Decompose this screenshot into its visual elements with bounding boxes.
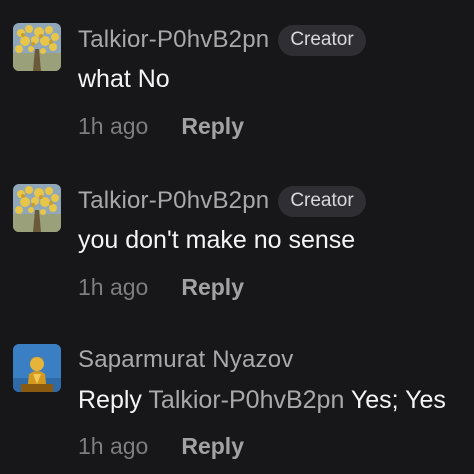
creator-badge: Creator	[278, 24, 366, 56]
reply-button[interactable]: Reply	[181, 274, 244, 301]
comment-meta: 1h ago Reply	[78, 429, 244, 463]
reply-body: Yes; Yes	[350, 386, 446, 414]
user-avatar[interactable]	[13, 23, 61, 71]
timestamp: 1h ago	[78, 273, 149, 300]
tree-flowers-avatar-icon	[13, 23, 61, 71]
comment-item: Saparmurat Nyazov Reply Talkior-P0hvB2pn…	[0, 322, 474, 462]
comment-item: Talkior-P0hvB2pn Creator what No 1h ago …	[0, 0, 474, 140]
username[interactable]: Talkior-P0hvB2pn	[78, 187, 269, 215]
comment-meta: 1h ago Reply	[78, 109, 244, 143]
timestamp: 1h ago	[78, 432, 149, 459]
comment-header: Saparmurat Nyazov	[78, 343, 294, 377]
reply-button[interactable]: Reply	[181, 113, 244, 140]
comment-header: Talkior-P0hvB2pn Creator	[78, 184, 366, 218]
comment-item: Talkior-P0hvB2pn Creator you don't make …	[0, 161, 474, 301]
user-avatar[interactable]	[13, 344, 61, 392]
comment-text: you don't make no sense	[78, 226, 356, 254]
comment-meta: 1h ago Reply	[78, 270, 244, 304]
comment-text: Reply Talkior-P0hvB2pn Yes; Yes	[78, 383, 446, 417]
reply-prefix: Reply	[78, 386, 142, 414]
creator-badge: Creator	[278, 185, 366, 217]
timestamp: 1h ago	[78, 112, 149, 139]
reply-button[interactable]: Reply	[181, 433, 244, 460]
reply-mention[interactable]: Talkior-P0hvB2pn	[148, 386, 344, 414]
comment-header: Talkior-P0hvB2pn Creator	[78, 23, 366, 57]
tree-flowers-avatar-icon	[13, 184, 61, 232]
comment-text: what No	[78, 65, 170, 93]
username[interactable]: Saparmurat Nyazov	[78, 346, 294, 374]
golden-statue-avatar-icon	[13, 344, 61, 392]
user-avatar[interactable]	[13, 184, 61, 232]
username[interactable]: Talkior-P0hvB2pn	[78, 26, 269, 54]
